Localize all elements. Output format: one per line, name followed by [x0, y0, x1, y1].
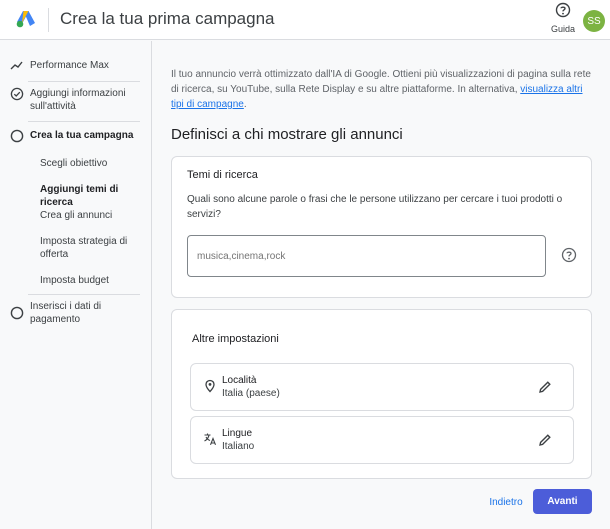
location-pin-icon [205, 379, 215, 393]
sidebar-substep-objective[interactable]: Scegli obiettivo [40, 157, 148, 170]
top-header: Crea la tua prima campagna Guida SS [0, 0, 610, 40]
back-button[interactable]: Indietro [482, 491, 530, 513]
trending-icon [10, 61, 23, 70]
sidebar-substep-create-ads[interactable]: Crea gli annunci [40, 209, 148, 222]
circle-outline-icon [10, 306, 24, 320]
sidebar-divider [28, 81, 140, 82]
sidebar-substep-search-themes[interactable]: Aggiungi temi di ricerca [40, 183, 148, 209]
check-circle-icon [10, 87, 24, 101]
page-title: Crea la tua prima campagna [60, 9, 275, 28]
circle-outline-icon [10, 129, 24, 143]
google-ads-logo-icon[interactable] [16, 10, 36, 28]
location-setting-row[interactable]: Località Italia (paese) [190, 363, 574, 411]
language-title: Lingue [222, 428, 253, 439]
help-circle-icon[interactable] [561, 247, 577, 263]
help-label: Guida [550, 24, 576, 34]
sidebar-step-business-info[interactable]: Aggiungi informazioni sull'attività [10, 87, 145, 113]
language-value: Italiano [222, 441, 255, 452]
sidebar-divider [28, 121, 140, 122]
section-title: Definisci a chi mostrare gli annunci [171, 126, 403, 143]
intro-text: Il tuo annuncio verrà ottimizzato dall'I… [171, 67, 591, 112]
search-themes-input[interactable] [187, 235, 546, 277]
search-themes-question: Quali sono alcune parole o frasi che le … [187, 194, 563, 220]
search-themes-title: Temi di ricerca [187, 169, 258, 181]
pencil-edit-icon[interactable] [537, 379, 553, 395]
sidebar-step-label: Aggiungi informazioni sull'attività [30, 88, 126, 112]
pencil-edit-icon[interactable] [537, 432, 553, 448]
language-setting-row[interactable]: Lingue Italiano [190, 416, 574, 464]
help-circle-icon [555, 2, 571, 18]
search-themes-card: Temi di ricerca Quali sono alcune parole… [171, 156, 592, 298]
other-settings-card: Altre impostazioni Località Italia (paes… [171, 309, 592, 479]
sidebar-step-create-campaign[interactable]: Crea la tua campagna [10, 129, 145, 143]
sidebar-substep-bidding[interactable]: Imposta strategia di offerta [40, 235, 148, 261]
sidebar-item-label: Performance Max [30, 60, 109, 71]
avatar[interactable]: SS [583, 10, 605, 32]
sidebar-divider [28, 294, 140, 295]
header-divider [48, 8, 49, 32]
intro-end: . [243, 99, 247, 110]
sidebar-step-label: Inserisci i dati di pagamento [30, 301, 102, 325]
location-title: Località [222, 375, 257, 386]
help-button[interactable]: Guida [549, 2, 577, 34]
translate-icon [204, 433, 217, 446]
other-settings-title: Altre impostazioni [192, 333, 279, 345]
sidebar: Performance Max Aggiungi informazioni su… [0, 41, 152, 529]
sidebar-step-label: Crea la tua campagna [30, 130, 134, 141]
sidebar-substep-budget[interactable]: Imposta budget [40, 274, 148, 287]
location-value: Italia (paese) [222, 388, 280, 399]
sidebar-step-payment[interactable]: Inserisci i dati di pagamento [10, 300, 145, 326]
sidebar-item-performance-max[interactable]: Performance Max [10, 59, 145, 73]
next-button[interactable]: Avanti [533, 489, 592, 514]
